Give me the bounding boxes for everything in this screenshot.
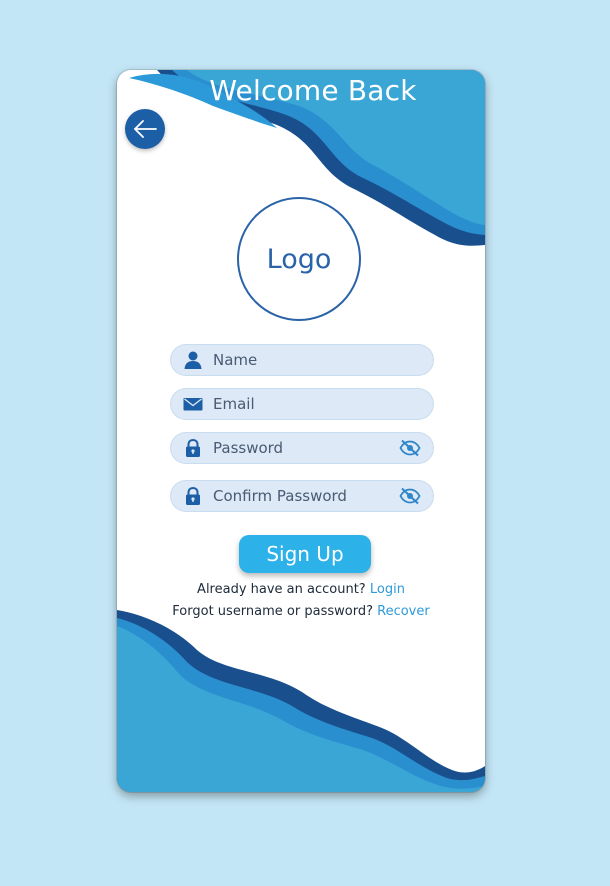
eye-off-icon[interactable] bbox=[399, 487, 421, 505]
arrow-left-icon bbox=[134, 120, 157, 138]
name-field[interactable] bbox=[171, 345, 433, 375]
lock-icon bbox=[186, 438, 200, 457]
password-input[interactable] bbox=[213, 436, 393, 460]
name-input[interactable] bbox=[213, 348, 393, 372]
decorative-waves bbox=[117, 70, 485, 792]
password-field[interactable] bbox=[171, 433, 433, 463]
lock-icon bbox=[186, 486, 200, 505]
confirm-password-field[interactable] bbox=[171, 481, 433, 511]
signup-screen: Welcome Back Logo Name Email Sign Up Alr… bbox=[117, 70, 485, 792]
sign-up-button[interactable]: Sign Up bbox=[239, 535, 371, 573]
recover-link[interactable]: Recover bbox=[377, 604, 430, 619]
page-title: Welcome Back bbox=[209, 74, 417, 107]
back-button[interactable] bbox=[125, 109, 165, 149]
user-icon bbox=[184, 351, 202, 369]
account-prompt-text: Already have an account? bbox=[197, 582, 366, 597]
logo-text: Logo bbox=[266, 243, 332, 275]
recover-prompt: Forgot username or password? Recover bbox=[117, 604, 485, 619]
eye-off-icon[interactable] bbox=[399, 439, 421, 457]
forgot-prompt-text: Forgot username or password? bbox=[172, 604, 373, 619]
email-input[interactable] bbox=[213, 392, 393, 416]
logo: Logo bbox=[237, 197, 361, 321]
envelope-icon bbox=[183, 398, 203, 411]
login-link[interactable]: Login bbox=[370, 582, 405, 597]
email-field[interactable] bbox=[171, 389, 433, 419]
confirm-password-input[interactable] bbox=[213, 484, 393, 508]
login-prompt: Already have an account? Login bbox=[117, 582, 485, 597]
